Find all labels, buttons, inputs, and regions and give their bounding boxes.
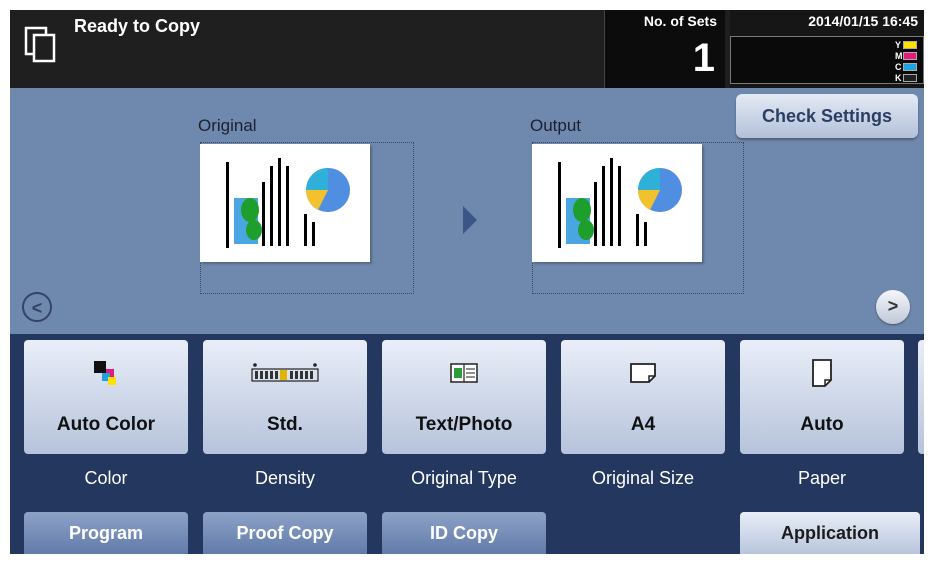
text-photo-icon bbox=[450, 363, 478, 383]
paper-icon bbox=[812, 359, 832, 387]
output-preview bbox=[532, 144, 702, 262]
original-label: Original bbox=[198, 116, 257, 135]
check-settings-button[interactable]: Check Settings bbox=[736, 94, 918, 138]
original-size-icon bbox=[630, 363, 656, 383]
sets-value: 1 bbox=[692, 36, 715, 80]
id-copy-button[interactable]: ID Copy bbox=[382, 512, 546, 554]
toner-levels: Y M C K bbox=[730, 36, 924, 84]
next-function-key-partial[interactable] bbox=[918, 340, 924, 454]
sets-label: No. of Sets bbox=[643, 13, 717, 29]
document-thumbnail-icon bbox=[558, 158, 682, 248]
original-type-key[interactable]: Text/Photo bbox=[382, 340, 546, 454]
number-of-sets[interactable]: No. of Sets 1 bbox=[604, 10, 725, 88]
function-key-bar: Auto Color Color Std. Density Text/Photo… bbox=[10, 334, 924, 554]
toner-y: Y bbox=[895, 40, 917, 50]
paper-label: Paper bbox=[797, 468, 847, 488]
header-bar: Ready to Copy No. of Sets 1 2014/01/15 1… bbox=[10, 10, 924, 88]
document-thumbnail-icon bbox=[226, 158, 350, 248]
proof-copy-button[interactable]: Proof Copy bbox=[203, 512, 367, 554]
scroll-right-button[interactable]: > bbox=[876, 290, 910, 324]
program-button[interactable]: Program bbox=[24, 512, 188, 554]
density-scale-icon bbox=[251, 363, 319, 382]
color-key[interactable]: Auto Color bbox=[24, 340, 188, 454]
copy-mode-icon bbox=[24, 26, 56, 63]
original-size-key[interactable]: A4 bbox=[561, 340, 725, 454]
paper-value: Auto bbox=[800, 414, 844, 435]
original-type-value: Text/Photo bbox=[415, 414, 513, 435]
copy-screen: Ready to Copy No. of Sets 1 2014/01/15 1… bbox=[10, 10, 924, 554]
scroll-left-button[interactable]: < bbox=[22, 292, 52, 322]
application-button[interactable]: Application bbox=[740, 512, 920, 554]
original-size-label: Original Size bbox=[591, 468, 695, 488]
status-text: Ready to Copy bbox=[74, 16, 201, 36]
original-preview bbox=[200, 144, 370, 262]
toner-k: K bbox=[895, 73, 917, 83]
original-size-value: A4 bbox=[630, 414, 656, 435]
datetime: 2014/01/15 16:45 bbox=[808, 13, 918, 29]
preview-arrow-icon bbox=[463, 206, 477, 234]
toner-m: M bbox=[895, 51, 917, 61]
color-label: Color bbox=[84, 468, 128, 488]
color-value: Auto Color bbox=[56, 414, 156, 435]
density-label: Density bbox=[254, 468, 316, 488]
datetime-panel: 2014/01/15 16:45 Y M C K bbox=[730, 10, 924, 88]
density-value: Std. bbox=[267, 414, 303, 435]
auto-color-icon bbox=[94, 361, 116, 385]
density-key[interactable]: Std. bbox=[203, 340, 367, 454]
original-type-label: Original Type bbox=[411, 468, 517, 488]
output-label: Output bbox=[530, 116, 582, 135]
toner-c: C bbox=[895, 62, 917, 72]
paper-key[interactable]: Auto bbox=[740, 340, 904, 454]
